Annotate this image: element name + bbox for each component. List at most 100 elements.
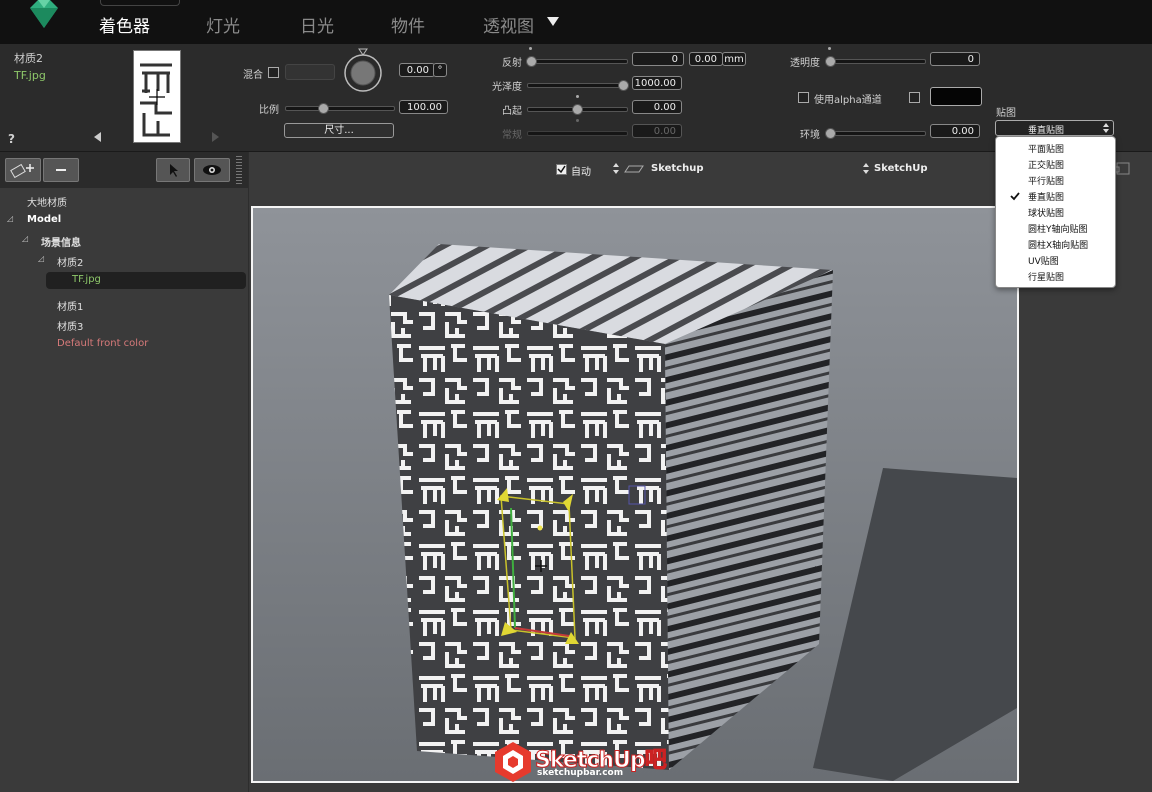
- blend-label: 混合: [243, 70, 263, 81]
- sketchup-logo-icon: [495, 742, 531, 782]
- gloss-label: 光泽度: [492, 82, 522, 93]
- normal-label: 常规: [502, 130, 522, 141]
- tree-item-default-front-color[interactable]: Default front color: [57, 338, 148, 349]
- chevron-down-icon[interactable]: [547, 17, 559, 27]
- add-material-button[interactable]: [5, 158, 41, 182]
- add-material-icon: [10, 163, 34, 179]
- tab-sunlight[interactable]: 日光: [300, 12, 334, 37]
- render-image[interactable]: [251, 206, 1019, 783]
- reflect-mm-unit: mm: [722, 52, 746, 66]
- select-tool-button[interactable]: [156, 158, 190, 182]
- bump-value-field[interactable]: 0.00: [632, 100, 682, 114]
- auto-label: 自动: [571, 167, 591, 178]
- auto-checkbox[interactable]: [556, 164, 567, 175]
- reflect-label: 反射: [502, 58, 522, 69]
- sketchup-source-label[interactable]: Sketchup: [651, 163, 703, 174]
- gloss-slider[interactable]: [527, 80, 629, 91]
- next-arrow-icon[interactable]: [212, 132, 220, 142]
- app-logo-icon: [30, 0, 58, 28]
- menu-item-parallel[interactable]: 平行贴图: [1028, 174, 1064, 187]
- tree-item-tf-jpg[interactable]: TF.jpg: [72, 274, 101, 285]
- tree-item-scene-info[interactable]: 场景信息: [41, 234, 81, 249]
- angle-value-field[interactable]: 0.00: [399, 63, 435, 77]
- material-name: 材质2: [14, 52, 43, 65]
- tree-item-material1[interactable]: 材质1: [57, 298, 83, 313]
- reflect-mm-field[interactable]: 0.00: [689, 52, 723, 66]
- bump-label: 凸起: [502, 106, 522, 117]
- gloss-value-field[interactable]: 1000.00: [632, 76, 682, 90]
- rotation-dial[interactable]: [342, 48, 384, 94]
- material-params-panel: 材质2 TF.jpg ? 混合 0.00 ° 比例 100.00 尺寸... 反…: [0, 44, 1152, 152]
- menu-item-planet[interactable]: 行星贴图: [1028, 270, 1064, 283]
- size-button[interactable]: 尺寸...: [284, 123, 394, 138]
- reflect-value-field[interactable]: 0: [632, 52, 684, 66]
- reflect-slider[interactable]: [526, 56, 628, 67]
- tab-lights[interactable]: 灯光: [206, 12, 240, 37]
- checkmark-icon: [1010, 192, 1020, 201]
- checkmark-icon: [557, 165, 566, 174]
- tree-item-material3[interactable]: 材质3: [57, 318, 83, 333]
- stepper-icon[interactable]: [863, 163, 869, 175]
- scale-value-field[interactable]: 100.00: [399, 100, 448, 114]
- menu-item-uv[interactable]: UV贴图: [1028, 254, 1059, 267]
- reflect-marker: [529, 47, 532, 50]
- watermark-url: sketchupbar.com: [537, 768, 624, 778]
- menu-item-vertical[interactable]: 垂直贴图: [1028, 190, 1064, 203]
- preview-eye-button[interactable]: [194, 158, 230, 182]
- tab-shader[interactable]: 着色器: [99, 12, 150, 37]
- bump-slider[interactable]: [527, 104, 628, 115]
- tab-objects[interactable]: 物件: [391, 12, 425, 37]
- menu-item-spherical[interactable]: 球状贴图: [1028, 206, 1064, 219]
- scale-slider[interactable]: [285, 103, 395, 114]
- map-label: 贴图: [996, 108, 1016, 119]
- sketchup-camera-label[interactable]: SketchUp: [874, 163, 927, 174]
- cursor-arrow-icon: [170, 164, 178, 177]
- normal-value-field: 0.00: [632, 124, 682, 138]
- menu-item-cylinder-x[interactable]: 圆柱X轴向贴图: [1028, 238, 1088, 251]
- remove-material-button[interactable]: [43, 158, 79, 182]
- material-tree-panel: 大地材质 ◿ Model ◿ 场景信息 ◿ 材质2 TF.jpg 材质1 材质3…: [0, 152, 248, 792]
- color-checkbox[interactable]: [909, 92, 920, 103]
- expand-toggle-icon[interactable]: ◿: [7, 214, 13, 223]
- alpha-label: 使用alpha通道: [814, 95, 882, 106]
- transparency-slider[interactable]: [825, 56, 926, 67]
- select-arrows-icon: [1103, 123, 1109, 133]
- tree-item-model[interactable]: Model: [27, 214, 61, 225]
- eye-icon: [203, 165, 221, 175]
- expand-toggle-icon[interactable]: ◿: [22, 234, 28, 243]
- blend-color-swatch[interactable]: [285, 64, 335, 80]
- environment-slider[interactable]: [825, 128, 926, 139]
- transparency-value-field[interactable]: 0: [930, 52, 980, 66]
- help-icon[interactable]: ?: [8, 132, 15, 146]
- environment-label: 环境: [800, 130, 820, 141]
- menu-item-cylinder-y[interactable]: 圆柱Y轴向贴图: [1028, 222, 1088, 235]
- blend-checkbox[interactable]: [268, 67, 279, 78]
- window-control-group[interactable]: [100, 0, 180, 6]
- texture-preview-image: [140, 63, 172, 137]
- menu-item-orthogonal[interactable]: 正交贴图: [1028, 158, 1064, 171]
- map-type-dropdown-menu: 平面贴图 正交贴图 平行贴图 垂直贴图 球状贴图 圆柱Y轴向贴图 圆柱X轴向贴图…: [995, 136, 1116, 288]
- transparency-marker: [828, 47, 831, 50]
- watermark-logo: SketchUp吧 sketchupbar.com: [493, 740, 667, 786]
- plane-icon: [624, 165, 644, 173]
- tree-item-material2[interactable]: 材质2: [57, 254, 83, 269]
- scale-label: 比例: [259, 105, 279, 116]
- stepper-icon[interactable]: [613, 163, 619, 175]
- tab-perspective[interactable]: 透视图: [483, 12, 534, 37]
- tree-item-ground-material[interactable]: 大地材质: [27, 194, 67, 209]
- normal-marker: [576, 119, 579, 122]
- expand-toggle-icon[interactable]: ◿: [38, 254, 44, 263]
- minus-icon: [56, 169, 66, 171]
- map-select-value: 垂直贴图: [1028, 126, 1065, 136]
- transparency-label: 透明度: [790, 58, 820, 69]
- texture-thumbnail[interactable]: [133, 50, 181, 143]
- alpha-checkbox[interactable]: [798, 92, 809, 103]
- environment-value-field[interactable]: 0.00: [930, 124, 980, 138]
- bump-marker: [576, 95, 579, 98]
- map-type-select[interactable]: 垂直贴图: [995, 120, 1114, 136]
- normal-slider: [527, 131, 628, 136]
- color-swatch[interactable]: [930, 87, 982, 106]
- menu-item-planar[interactable]: 平面贴图: [1028, 142, 1064, 155]
- prev-arrow-icon[interactable]: [94, 132, 102, 142]
- panel-grip-handle[interactable]: [236, 156, 242, 186]
